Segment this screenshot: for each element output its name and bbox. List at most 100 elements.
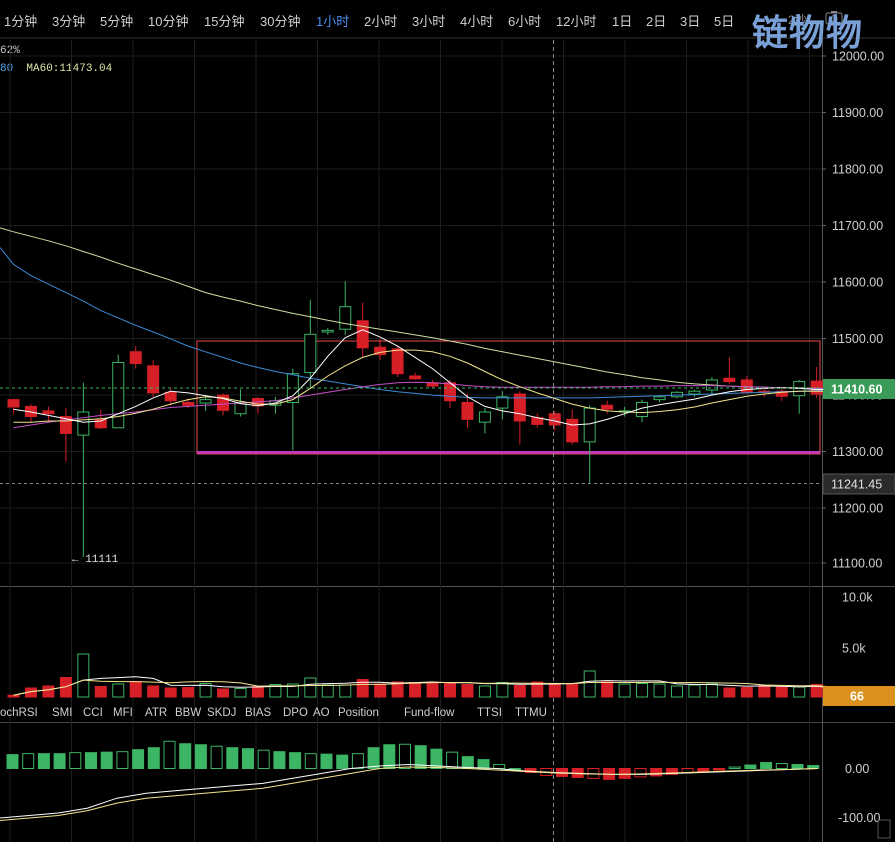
indicator-tab[interactable]: TTMU (515, 707, 547, 719)
indicator-tab[interactable]: BIAS (245, 707, 271, 719)
osc-bar (37, 753, 50, 770)
volume-bar (601, 681, 614, 698)
price-axis-label: 11500.00 (832, 332, 883, 346)
volume-bar (723, 687, 736, 698)
candle-body (409, 375, 422, 380)
volume-bar (409, 682, 422, 698)
volume-bar (164, 687, 177, 698)
volume-bar (129, 681, 142, 698)
volume-bar (636, 683, 649, 698)
indicator-tab[interactable]: Fund-flow (404, 707, 455, 719)
volume-bar (112, 683, 125, 698)
osc-bar (147, 747, 160, 770)
osc-bar (100, 751, 113, 769)
indicator-tab[interactable]: TTSI (477, 707, 502, 719)
current-price-value: 11410.60 (831, 383, 882, 397)
volume-bar (147, 685, 160, 698)
candle-body (688, 390, 701, 395)
candle-body (77, 411, 90, 436)
volume-bar (304, 677, 317, 698)
candle-body (723, 377, 736, 383)
volume-bar (94, 686, 107, 698)
osc-axis-label: -100.00 (838, 811, 880, 825)
candle-body (182, 401, 195, 406)
osc-bar (634, 768, 647, 778)
candle-body (601, 404, 614, 410)
volume-bar (42, 685, 55, 698)
indicator-tab[interactable]: MFI (113, 707, 133, 719)
candle-body (566, 418, 579, 443)
price-axis-label: 11200.00 (832, 502, 883, 516)
volume-bar (339, 684, 352, 698)
osc-bar (22, 753, 35, 770)
ma-blue-line (0, 247, 835, 399)
osc-bar (85, 752, 97, 769)
osc-bar (194, 744, 207, 769)
candle-body (129, 351, 142, 365)
osc-bar (650, 768, 663, 777)
indicator-tab[interactable]: SKDJ (207, 707, 236, 719)
volume-axis-label: 5.0k (842, 642, 866, 656)
volume-bar (793, 686, 806, 698)
osc-bar (257, 749, 270, 769)
candle-body (461, 401, 474, 420)
osc-bar (6, 754, 19, 770)
indicator-tab[interactable]: ATR (145, 707, 167, 719)
volume-bar (234, 688, 247, 698)
osc-bar (493, 764, 506, 769)
osc-bar (367, 747, 380, 770)
crosshair-price-value: 11241.45 (831, 478, 882, 492)
indicator-tab[interactable]: ochRSI (0, 707, 38, 719)
candle-body (164, 391, 177, 402)
price-axis-label: 11100.00 (832, 557, 882, 571)
osc-bar (477, 759, 490, 770)
osc-bar (226, 747, 239, 770)
volume-bar (653, 683, 666, 698)
osc-bar (242, 748, 254, 770)
osc-bar (210, 745, 223, 769)
indicator-tab[interactable]: DPO (283, 707, 308, 719)
price-axis-label: 11600.00 (832, 276, 883, 290)
candle-body (42, 410, 55, 415)
candle-body (7, 399, 20, 408)
candle-body (496, 396, 509, 409)
candle-body (583, 407, 596, 443)
price-axis-label: 11800.00 (832, 163, 883, 177)
ma60-line (0, 227, 835, 389)
candle-body (356, 320, 369, 349)
volume-bar (566, 683, 579, 698)
osc-bar (320, 753, 333, 770)
osc-bar (69, 752, 82, 769)
osc-axis-label: 0.00 (845, 762, 869, 776)
osc-bar (713, 768, 725, 771)
indicator-tab[interactable]: BBW (175, 707, 201, 719)
candle-body (112, 361, 125, 429)
osc-bar (132, 749, 145, 770)
volume-bar (670, 685, 683, 698)
osc-bar (791, 764, 804, 769)
price-axis-label: 11300.00 (832, 445, 883, 459)
volume-bar (705, 683, 718, 698)
volume-bar (496, 682, 509, 698)
candle-body (391, 348, 404, 375)
osc-bar (728, 766, 741, 770)
osc-bar (336, 754, 349, 770)
volume-bar (426, 681, 439, 698)
osc-bar (618, 768, 631, 779)
indicator-tab[interactable]: CCI (83, 707, 103, 719)
volume-bar (182, 687, 195, 698)
osc-bar (163, 740, 176, 770)
volume-bar (618, 683, 631, 698)
volume-bar (775, 686, 788, 698)
volume-bar (7, 694, 20, 698)
indicator-tab[interactable]: AO (313, 707, 330, 719)
osc-bar (273, 751, 286, 769)
price-axis-label: 11700.00 (832, 219, 883, 233)
volume-bar (444, 682, 456, 698)
candle-body (199, 399, 212, 404)
indicator-tab[interactable]: Position (338, 707, 379, 719)
osc-bar (760, 762, 773, 769)
indicator-tab[interactable]: SMI (52, 707, 72, 719)
osc-bar (289, 752, 302, 769)
candle-body (810, 380, 823, 395)
